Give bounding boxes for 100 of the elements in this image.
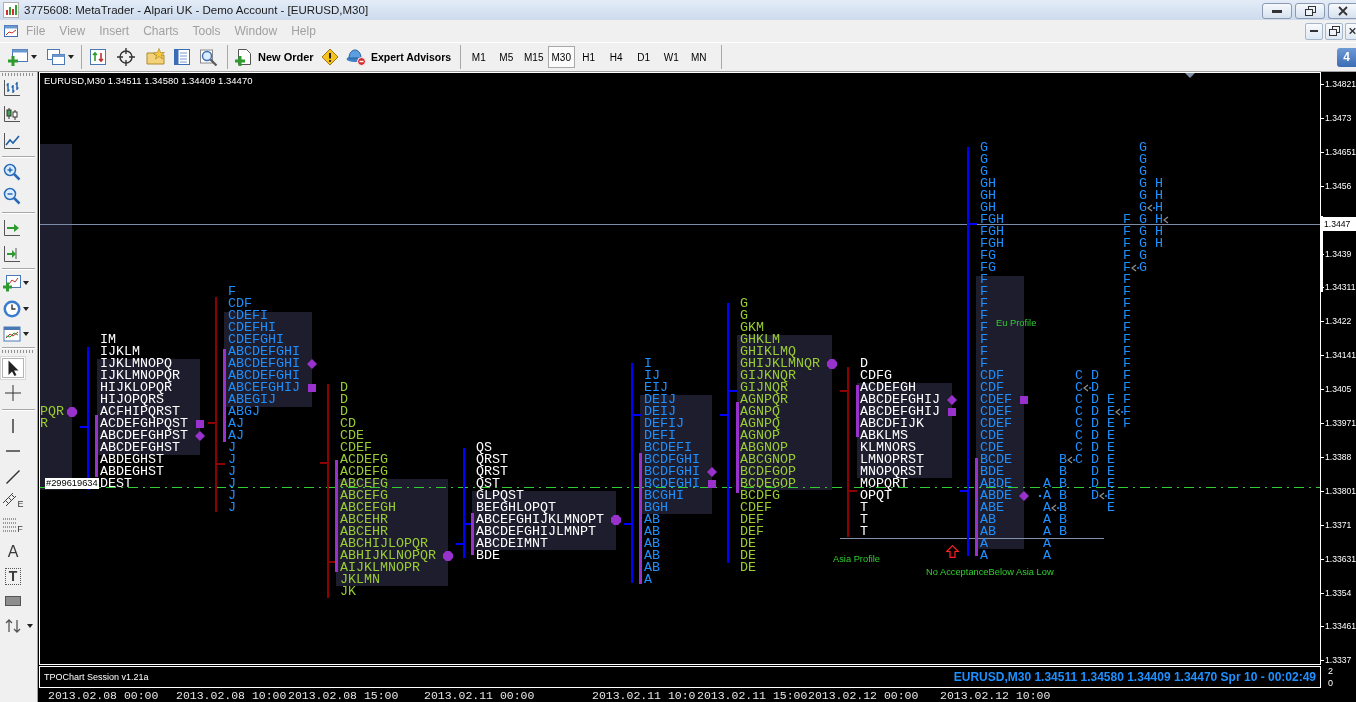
- timeframe-button[interactable]: M5: [492, 46, 520, 68]
- tpo-row: IJ: [644, 370, 660, 382]
- chart-window-icon[interactable]: [3, 23, 19, 39]
- tpo-row: BCGHI: [644, 490, 684, 502]
- tpo-letter: E: [1107, 394, 1115, 406]
- tpo-letter: G: [1139, 166, 1147, 178]
- chevron-icon: [1163, 216, 1169, 224]
- expert-advisors-button[interactable]: Expert Advisors: [343, 45, 457, 69]
- template-icon[interactable]: [3, 325, 21, 343]
- tpo-row: BDE: [476, 550, 500, 562]
- minimize-button[interactable]: [1305, 22, 1323, 40]
- chart-plus-icon[interactable]: [3, 274, 21, 292]
- tpo-letter: E: [1107, 430, 1115, 442]
- window-arrows-icon[interactable]: [89, 48, 107, 66]
- channel-tool-button[interactable]: E: [1, 489, 25, 511]
- text-tool-button[interactable]: A: [1, 541, 25, 563]
- timeframe-button[interactable]: D1: [630, 46, 658, 68]
- tpo-row: QS: [476, 442, 492, 454]
- tpo-letter: F: [1123, 382, 1131, 394]
- chevron-dot-icon: [1115, 408, 1123, 416]
- scroll-chart-icon[interactable]: [3, 219, 21, 237]
- windows-icon[interactable]: [46, 48, 66, 66]
- candlestick-icon[interactable]: [3, 105, 21, 123]
- tpo-row: GIJNQR: [740, 382, 788, 394]
- tpo-row: T: [860, 514, 868, 526]
- fibonacci-tool-button[interactable]: F: [1, 514, 25, 536]
- warning-icon[interactable]: [321, 48, 339, 66]
- caret-icon[interactable]: [23, 307, 29, 311]
- time-label: 2013.02.08 00:00: [48, 689, 159, 702]
- timeframe-button[interactable]: MN: [685, 46, 713, 68]
- magnifier-icon[interactable]: [199, 48, 219, 66]
- tpo-letter: E: [1107, 406, 1115, 418]
- timeframe-button[interactable]: W1: [657, 46, 685, 68]
- price-label: 1.3439: [1325, 248, 1352, 260]
- tpo-row: CDE: [340, 430, 364, 442]
- tpo-row: ABGNOP: [740, 442, 788, 454]
- tpo-row: CDF: [228, 298, 252, 310]
- folder-star-icon[interactable]: [146, 48, 166, 66]
- close-button[interactable]: [1345, 22, 1356, 40]
- list-window-icon[interactable]: [173, 48, 191, 66]
- tpo-letter: A: [1043, 490, 1051, 502]
- timeframe-button[interactable]: M30: [547, 46, 575, 68]
- tpo-letter: F: [1123, 418, 1131, 430]
- timeframe-button[interactable]: M1: [465, 46, 493, 68]
- tpo-row: BGH: [644, 502, 668, 514]
- crosshair-icon: [5, 385, 21, 401]
- new-order-button[interactable]: New Order: [232, 45, 319, 69]
- tpo-row: FGH: [980, 238, 1004, 250]
- tpo-row: ACFHIPQRST: [100, 406, 180, 418]
- tpo-letter: H: [1155, 178, 1163, 190]
- tpo-row: CDF: [980, 382, 1004, 394]
- tpo-row: GKM: [740, 322, 764, 334]
- tpo-row: IJKLMNOPQ: [100, 358, 172, 370]
- tpo-row: ABEGIJ: [228, 394, 276, 406]
- restore-button[interactable]: [1295, 3, 1325, 19]
- window-plus-icon[interactable]: [8, 48, 28, 66]
- tpo-row: ABCEFGH: [340, 502, 396, 514]
- time-label: 2013.02.08 15:00: [288, 689, 399, 702]
- tpo-letter: D: [1091, 382, 1099, 394]
- tpo-letter: F: [1123, 226, 1131, 238]
- caret-icon[interactable]: [23, 332, 29, 336]
- tpo-row: CDEFGHI: [228, 334, 284, 346]
- tpo-letter: F: [1123, 334, 1131, 346]
- zoom-out-icon[interactable]: [3, 187, 21, 205]
- messages-badge[interactable]: 4: [1337, 47, 1356, 67]
- label-tool-button[interactable]: T: [5, 567, 21, 585]
- tpo-row: PQR: [40, 406, 64, 418]
- caret-icon[interactable]: [68, 55, 74, 59]
- minimize-button[interactable]: [1262, 3, 1292, 19]
- caret-icon[interactable]: [31, 55, 37, 59]
- tpo-row: BCDEGOP: [740, 478, 796, 490]
- chevron-dot-icon: [1051, 504, 1059, 512]
- clock-icon[interactable]: [3, 300, 21, 318]
- shift-chart-icon[interactable]: [3, 245, 21, 263]
- cursor-tool-button[interactable]: [1, 357, 25, 379]
- profile-label: Eu Profile: [996, 317, 1037, 329]
- tpo-row: T: [860, 502, 868, 514]
- tpo-row: OPQT: [860, 490, 892, 502]
- tpo-letter: A: [1043, 550, 1051, 562]
- tpo-letter: F: [1123, 250, 1131, 262]
- tpo-letter: F: [1123, 274, 1131, 286]
- tpo-letter: B: [1059, 526, 1067, 538]
- tpo-row: ABCGNOP: [740, 454, 796, 466]
- timeframe-button[interactable]: M15: [520, 46, 548, 68]
- crosshair-icon[interactable]: [117, 48, 135, 66]
- timeframe-button[interactable]: H4: [602, 46, 630, 68]
- timeframe-button[interactable]: H1: [575, 46, 603, 68]
- close-button[interactable]: [1328, 3, 1356, 19]
- bar-chart-icon[interactable]: [3, 79, 21, 97]
- tpo-row: FGH: [980, 226, 1004, 238]
- zoom-in-icon[interactable]: [3, 163, 21, 181]
- tpo-row: CDE: [980, 430, 1004, 442]
- line-chart-icon[interactable]: [3, 132, 21, 150]
- caret-icon[interactable]: [23, 281, 29, 285]
- profile-label: No AcceptanceBelow Asia Low: [926, 566, 1054, 578]
- caret-icon[interactable]: [27, 624, 33, 628]
- restore-button[interactable]: [1325, 22, 1343, 40]
- tpo-row: J: [228, 454, 236, 466]
- price-label: 1.33971: [1325, 417, 1356, 429]
- tpo-row: KLMNORS: [860, 442, 916, 454]
